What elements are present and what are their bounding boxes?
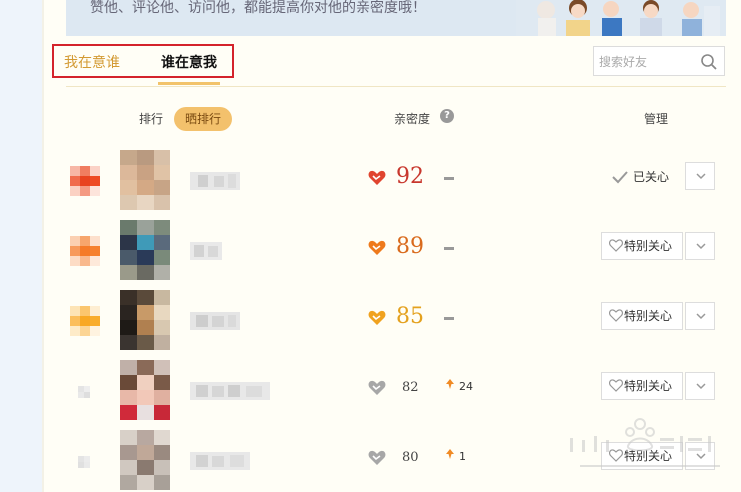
rank-badge [70, 306, 100, 336]
banner-illustration [516, 0, 726, 36]
trend-up: 24 [445, 378, 473, 393]
friend-name-blurred[interactable] [190, 382, 270, 400]
special-care-label: 特别关心 [624, 309, 673, 323]
heart-outline-icon [609, 239, 623, 252]
intimacy-score: 92 [396, 164, 424, 189]
friend-row: 92 已关心 [44, 150, 741, 220]
intimacy-score: 82 [402, 380, 419, 395]
heart-icon [368, 450, 386, 465]
rank-badge [70, 166, 100, 196]
trend-value: 1 [459, 450, 466, 463]
left-strip [0, 0, 44, 492]
trend-up: 1 [445, 448, 466, 463]
intimacy-header: 亲密度 [394, 112, 431, 126]
chevron-down-icon [696, 173, 706, 180]
search-input[interactable] [599, 53, 697, 71]
no-change-dash [444, 177, 454, 180]
rank-header: 排行 [139, 112, 164, 126]
heart-icon [368, 170, 386, 185]
tab-who-cares-me[interactable]: 谁在意我 [161, 52, 217, 72]
check-icon [612, 171, 628, 184]
tab-who-i-care[interactable]: 我在意谁 [64, 52, 120, 72]
special-care-button[interactable]: 特别关心 [601, 302, 683, 330]
rank-badge [78, 456, 90, 468]
no-change-dash [444, 247, 454, 250]
special-care-label: 特别关心 [624, 239, 673, 253]
friend-name-blurred[interactable] [190, 312, 240, 330]
active-tab-underline [158, 82, 220, 85]
friend-row: 89 特别关心 [44, 220, 741, 290]
banner-text: 赞他、评论他、访问他，都能提高你对他的亲密度哦！ [90, 0, 426, 16]
heart-icon [368, 240, 386, 255]
special-care-button[interactable]: 特别关心 [601, 372, 683, 400]
special-care-label: 特别关心 [624, 379, 673, 393]
special-care-button[interactable]: 特别关心 [601, 232, 683, 260]
banner: 赞他、评论他、访问他，都能提高你对他的亲密度哦！ [66, 0, 726, 36]
intimacy-score: 89 [396, 234, 424, 259]
row-menu-dropdown[interactable] [685, 302, 715, 330]
show-rank-button[interactable]: 晒排行 [174, 107, 232, 131]
friend-name-blurred[interactable] [190, 172, 240, 190]
row-menu-dropdown[interactable] [685, 372, 715, 400]
friend-name-blurred[interactable] [190, 242, 222, 260]
baidu-watermark-logo [570, 418, 720, 467]
heart-icon [368, 380, 386, 395]
friend-row: 85 特别关心 [44, 290, 741, 360]
manage-header: 管理 [644, 112, 669, 126]
heart-outline-icon [609, 379, 623, 392]
heart-icon [368, 310, 386, 325]
no-change-dash [444, 317, 454, 320]
row-menu-dropdown[interactable] [685, 232, 715, 260]
trend-value: 24 [459, 380, 473, 393]
row-menu-dropdown[interactable] [685, 162, 715, 190]
arrow-up-icon [446, 449, 454, 459]
intimacy-score: 85 [396, 304, 424, 329]
avatar[interactable] [120, 360, 170, 420]
rank-badge [70, 236, 100, 266]
avatar[interactable] [120, 150, 170, 210]
avatar[interactable] [120, 430, 170, 490]
chevron-down-icon [696, 383, 706, 390]
search-icon[interactable] [700, 53, 718, 71]
avatar[interactable] [120, 220, 170, 280]
avatar[interactable] [120, 290, 170, 350]
rank-badge [78, 386, 90, 398]
arrow-up-icon [446, 379, 454, 389]
help-icon[interactable]: ? [440, 109, 454, 123]
heart-outline-icon [609, 309, 623, 322]
intimacy-score: 80 [402, 450, 419, 465]
friend-name-blurred[interactable] [190, 452, 250, 470]
cared-status[interactable]: 已关心 [612, 168, 669, 185]
chevron-down-icon [696, 243, 706, 250]
search-box[interactable] [593, 46, 725, 76]
header-divider [66, 86, 726, 87]
chevron-down-icon [696, 313, 706, 320]
